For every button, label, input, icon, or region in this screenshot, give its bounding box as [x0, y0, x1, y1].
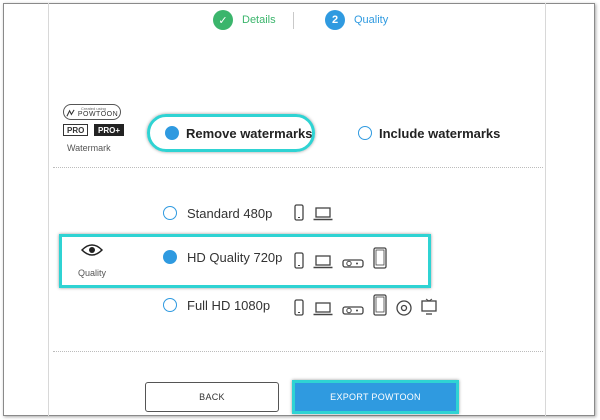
- laptop-icon: [313, 302, 333, 316]
- check-icon: ✓: [213, 10, 233, 30]
- phone-icon: [294, 204, 304, 221]
- full-hd-1080p-devices: [294, 294, 437, 316]
- step-details[interactable]: ✓ Details: [213, 10, 276, 30]
- phone-icon: [294, 299, 304, 316]
- powtoon-watermark-badge: Created using POWTOON: [63, 104, 121, 120]
- section-divider: [53, 351, 543, 352]
- pro-plus-plan-tag: PRO+: [94, 124, 125, 136]
- pro-plan-tag: PRO: [63, 124, 89, 136]
- standard-480p-radio[interactable]: [163, 206, 177, 220]
- watermark-section-label: Watermark: [67, 143, 111, 153]
- laptop-icon: [313, 207, 333, 221]
- section-divider: [53, 167, 543, 168]
- projector-icon: [342, 306, 364, 315]
- step-quality[interactable]: 2 Quality: [325, 10, 388, 30]
- export-powtoon-button[interactable]: EXPORT POWTOON: [292, 380, 459, 414]
- include-watermarks-label[interactable]: Include watermarks: [379, 126, 500, 141]
- standard-480p-devices: [294, 204, 333, 221]
- step-quality-label: Quality: [354, 14, 389, 26]
- step-divider: [293, 12, 294, 29]
- powtoon-logo-icon: [66, 109, 75, 117]
- step-number-badge: 2: [325, 10, 345, 30]
- disc-icon: [396, 300, 412, 316]
- full-hd-1080p-label[interactable]: Full HD 1080p: [187, 298, 270, 313]
- back-button[interactable]: BACK: [145, 382, 279, 412]
- watermark-small-text: Created using: [81, 106, 106, 111]
- full-hd-1080p-radio[interactable]: [163, 298, 177, 312]
- include-watermarks-radio[interactable]: [358, 126, 372, 140]
- watermark-logo-text: POWTOON: [77, 110, 119, 118]
- standard-480p-label[interactable]: Standard 480p: [187, 206, 272, 221]
- tablet-icon: [373, 294, 387, 316]
- remove-watermarks-highlight: [147, 114, 315, 152]
- step-details-label: Details: [242, 14, 276, 26]
- tv-icon: [421, 298, 437, 315]
- hd-quality-highlight: [59, 234, 431, 288]
